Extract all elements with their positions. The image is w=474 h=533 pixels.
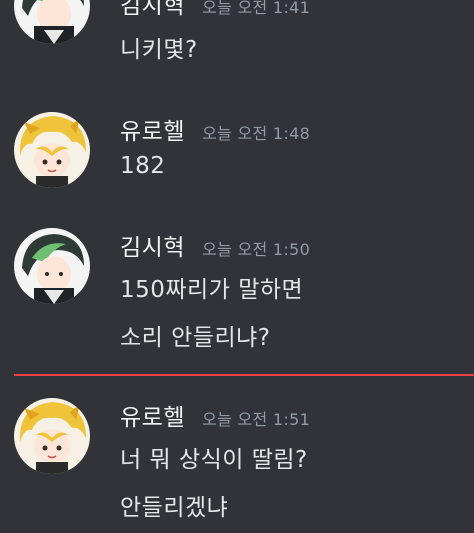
new-messages-divider	[14, 374, 474, 376]
message-text: 너 뭐 상식이 딸림?	[120, 447, 308, 473]
timestamp[interactable]: 오늘 오전 1:50	[202, 240, 310, 259]
message-header: 유로헬 오늘 오전 1:51	[120, 398, 310, 432]
username[interactable]: 김시혁	[120, 0, 185, 19]
user-avatar[interactable]	[14, 0, 90, 44]
username[interactable]: 유로헬	[120, 405, 185, 431]
username[interactable]: 김시혁	[120, 235, 185, 261]
message-text: 182	[120, 153, 166, 179]
green-hair-avatar-icon	[14, 228, 90, 304]
blonde-hair-avatar-icon	[14, 398, 90, 474]
timestamp[interactable]: 오늘 오전 1:48	[202, 124, 310, 143]
message-header: 김시혁 오늘 오전 1:50	[120, 228, 310, 262]
username[interactable]: 유로헬	[120, 119, 185, 145]
green-hair-avatar-icon	[14, 0, 90, 44]
user-avatar[interactable]	[14, 112, 90, 188]
message-text: 안들리겠냐	[120, 495, 229, 521]
message-header: 유로헬 오늘 오전 1:48	[120, 112, 310, 146]
user-avatar[interactable]	[14, 228, 90, 304]
timestamp[interactable]: 오늘 오전 1:51	[202, 410, 310, 429]
message-header: 김시혁 오늘 오전 1:41	[120, 0, 310, 20]
timestamp[interactable]: 오늘 오전 1:41	[202, 0, 310, 17]
message-text: 소리 안들리냐?	[120, 325, 271, 351]
message-text: 니키몇?	[120, 37, 198, 63]
blonde-hair-avatar-icon	[14, 112, 90, 188]
message-text: 150짜리가 말하면	[120, 277, 304, 303]
user-avatar[interactable]	[14, 398, 90, 474]
